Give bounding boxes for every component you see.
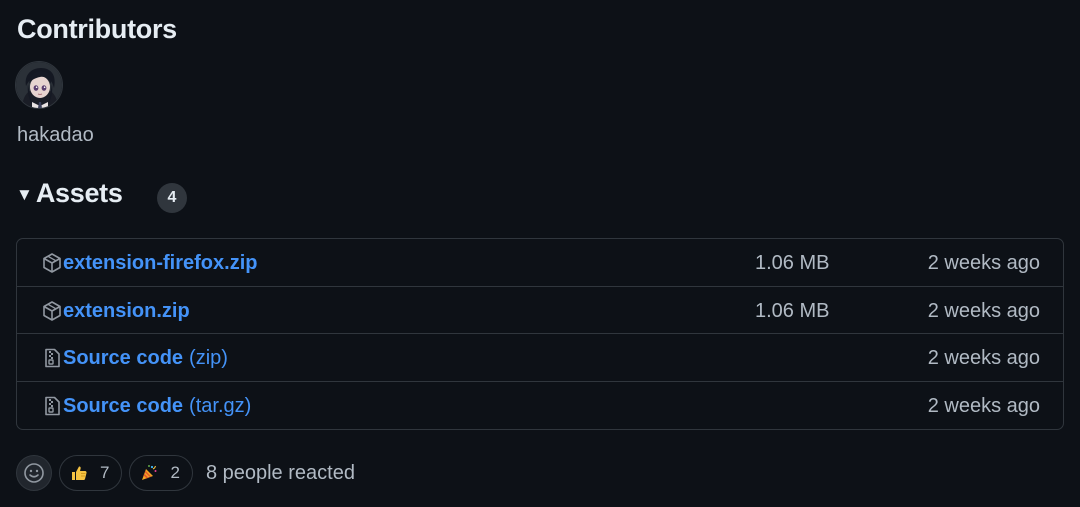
asset-name: Source code xyxy=(63,347,184,369)
package-icon xyxy=(43,253,61,273)
asset-size: 1.06 MB xyxy=(755,299,830,322)
party-popper-icon xyxy=(142,465,157,480)
asset-size: 1.06 MB xyxy=(755,252,830,274)
file-zip-icon xyxy=(45,348,60,368)
asset-download-link[interactable]: extension-firefox.zip xyxy=(63,252,257,275)
thumbs-up-icon xyxy=(72,466,87,480)
triangle-down-icon[interactable]: ▼ xyxy=(16,186,33,203)
smiley-icon xyxy=(24,463,44,483)
reaction-thumbs-up-button[interactable]: 7 xyxy=(59,455,123,491)
asset-row: Source code (zip) 2 weeks ago xyxy=(17,334,1063,382)
asset-name: extension.zip xyxy=(63,299,190,322)
asset-row: extension.zip 1.06 MB 2 weeks ago xyxy=(17,287,1063,334)
asset-date: 2 weeks ago xyxy=(927,299,1040,322)
asset-name: extension-firefox.zip xyxy=(63,252,258,274)
asset-row: Source code (tar.gz) 2 weeks ago xyxy=(17,382,1063,430)
assets-count-badge: 4 xyxy=(157,183,187,213)
package-icon xyxy=(43,300,61,321)
asset-name: Source code xyxy=(63,394,184,417)
source-code-link[interactable]: Source code (zip) xyxy=(63,347,228,370)
assets-heading: Assets xyxy=(35,178,123,208)
source-code-link[interactable]: Source code (tar.gz) xyxy=(63,395,251,418)
asset-date: 2 weeks ago xyxy=(927,347,1040,369)
asset-date: 2 weeks ago xyxy=(927,252,1040,274)
assets-list: extension-firefox.zip 1.06 MB 2 weeks ag… xyxy=(16,238,1064,430)
avatar[interactable] xyxy=(15,61,63,109)
reactions-bar: 7 2 8 people reacted xyxy=(16,455,355,491)
add-reaction-button[interactable] xyxy=(16,455,52,491)
contributor-name[interactable]: hakadao xyxy=(17,124,94,147)
file-zip-icon xyxy=(45,396,60,415)
assets-header[interactable]: ▼ Assets 4 xyxy=(16,178,187,213)
reaction-hooray-button[interactable]: 2 xyxy=(129,455,193,491)
asset-row: extension-firefox.zip 1.06 MB 2 weeks ag… xyxy=(17,239,1063,287)
contributors-heading: Contributors xyxy=(17,14,177,44)
reaction-count: 7 xyxy=(100,463,110,482)
avatar-image xyxy=(16,62,62,108)
asset-date: 2 weeks ago xyxy=(927,394,1040,417)
release-page: Contributors hakadao ▼ Assets 4 extensio… xyxy=(0,0,1080,507)
reactions-summary: 8 people reacted xyxy=(205,461,355,484)
asset-format: (zip) xyxy=(189,347,228,369)
reaction-count: 2 xyxy=(170,463,180,482)
asset-format: (tar.gz) xyxy=(189,394,252,417)
asset-download-link[interactable]: extension.zip xyxy=(63,300,190,323)
